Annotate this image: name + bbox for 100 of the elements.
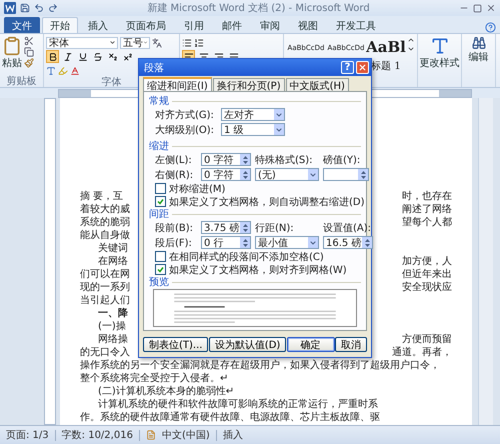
text-line: 当引起人们: [80, 294, 130, 307]
bold-icon: [48, 52, 58, 62]
spin-arrows-icon: [242, 238, 248, 246]
undo-icon[interactable]: [34, 3, 44, 13]
dropdown[interactable]: (无): [255, 168, 319, 181]
proofing-icon[interactable]: [146, 430, 156, 440]
checkbox[interactable]: [155, 264, 166, 275]
text-line: 加方便，人: [402, 255, 452, 268]
dialog-button[interactable]: 设为默认值(D): [208, 336, 286, 352]
text-line: 但近年来出: [402, 268, 452, 281]
text-line: 计算机系统的硬件和软件故障可影响系统的正常运行，严重时系: [97, 398, 378, 411]
status-text: 字数: 10/2,016: [62, 428, 133, 442]
format-button[interactable]: [46, 50, 59, 63]
scroll-up-icon[interactable]: [407, 36, 415, 44]
clipboard-icon: [2, 36, 22, 56]
close-icon[interactable]: [486, 3, 496, 13]
field-label: 行距(N):: [255, 222, 295, 234]
maximize-icon[interactable]: [473, 4, 482, 12]
section-heading: 缩进: [149, 140, 169, 153]
checkbox-label: 对称缩进(M): [169, 182, 226, 196]
text-effects-icon[interactable]: [46, 66, 56, 76]
dialog-tab[interactable]: 中文版式(H): [286, 78, 349, 91]
text-line: 时，也存在: [402, 190, 452, 203]
ribbon-tab[interactable]: 页面布局: [118, 17, 174, 33]
checkbox-label: 在相同样式的段落间不添加空格(C): [169, 250, 324, 264]
binoculars-icon: [472, 36, 486, 50]
dialog-button[interactable]: 制表位(T)...: [143, 336, 208, 352]
ribbon-tab[interactable]: 插入: [80, 17, 116, 33]
dropdown[interactable]: 左对齐: [221, 108, 285, 121]
section-heading: 常规: [149, 94, 169, 108]
text-line: 安全现状应: [402, 281, 452, 294]
ribbon-tab[interactable]: 审阅: [252, 17, 288, 33]
section-heading: 预览: [149, 276, 169, 289]
font-size-field[interactable]: 五号: [120, 36, 150, 48]
checkbox[interactable]: [155, 183, 166, 194]
subscript-icon: [108, 52, 118, 62]
spin-field[interactable]: 0 字符: [201, 168, 251, 181]
text-line: 系统的脆弱: [80, 216, 130, 229]
spin-arrows-icon: [242, 224, 248, 232]
spin-arrows-icon: [364, 238, 370, 246]
spin-field[interactable]: [323, 168, 369, 181]
numbered-list-icon[interactable]: [194, 38, 204, 48]
dialog-tab[interactable]: 换行和分页(P): [212, 78, 285, 91]
close-button[interactable]: [356, 61, 369, 74]
font-name-field[interactable]: 宋体: [46, 36, 118, 48]
copy-icon[interactable]: [24, 47, 34, 57]
change-styles-button[interactable]: 更改样式: [420, 36, 459, 70]
caret-icon: [309, 238, 317, 246]
field-label: 左侧(L):: [155, 154, 193, 166]
file-tab[interactable]: 文件: [4, 17, 40, 33]
underline-icon: [78, 52, 88, 62]
ribbon-tab[interactable]: 开发工具: [328, 17, 384, 33]
field-label: 设置值(A):: [323, 222, 372, 234]
section-heading: 间距: [149, 208, 169, 221]
text-line: 操作系统的另一个安全漏洞就是存在超级用户，如果入侵者得到了超级用户口令，: [80, 359, 440, 372]
text-line: 整个系统将完全受控于入侵者。↵: [80, 372, 228, 385]
style-sample[interactable]: AaBl: [366, 38, 406, 56]
redo-icon[interactable]: [48, 3, 58, 13]
scroll-down-icon[interactable]: [407, 45, 415, 53]
help-icon[interactable]: [485, 22, 496, 33]
style-label: 标题 1: [371, 60, 401, 73]
dropdown[interactable]: 最小值: [255, 236, 319, 249]
font-color-icon[interactable]: [70, 66, 80, 76]
dialog-tab[interactable]: 缩进和间距(I): [143, 77, 212, 91]
paste-button[interactable]: 粘贴: [2, 36, 22, 76]
text-line: (一)操: [97, 320, 126, 333]
superscript-icon: [122, 52, 132, 62]
text-line: (二)计算机系统本身的脆弱性↵: [97, 385, 234, 398]
ribbon-tab[interactable]: 引用: [176, 17, 212, 33]
field-label: 特殊格式(S):: [255, 154, 314, 166]
status-text[interactable]: 插入: [222, 428, 243, 442]
spin-field[interactable]: 0 字符: [201, 153, 251, 166]
ribbon-tab[interactable]: 邮件: [214, 17, 250, 33]
dialog-button[interactable]: 确定: [286, 336, 335, 352]
spin-arrows-icon: [242, 156, 248, 164]
spin-field[interactable]: 3.75 磅: [201, 221, 251, 234]
dialog-button[interactable]: 取消: [335, 336, 367, 352]
help-button[interactable]: ?: [341, 61, 354, 74]
spin-field[interactable]: 0 行: [201, 236, 251, 249]
status-text: 中文(中国): [162, 428, 210, 442]
format-painter-icon[interactable]: [24, 58, 34, 68]
spin-arrows-icon: [360, 170, 366, 178]
ribbon-tab[interactable]: 开始: [42, 17, 78, 33]
save-icon[interactable]: [20, 3, 30, 13]
spin-field[interactable]: 16.5 磅: [323, 236, 373, 249]
text-line: 一、降: [97, 307, 128, 320]
editing-button[interactable]: 编辑: [464, 36, 493, 64]
field-label: 右侧(R):: [155, 168, 194, 182]
text-line: 现的一系列: [80, 281, 130, 294]
text-line: 的无口令入: [80, 346, 130, 359]
checkbox[interactable]: [155, 251, 166, 262]
scrollbar[interactable]: [478, 98, 493, 425]
dropdown[interactable]: 1 级: [221, 123, 285, 136]
caret-icon: [109, 39, 116, 46]
phonetic-guide-icon[interactable]: [152, 38, 162, 48]
cut-icon[interactable]: [24, 36, 34, 46]
bullet-list-icon[interactable]: [182, 38, 192, 48]
ribbon-tab[interactable]: 视图: [290, 17, 326, 33]
text-line: 在网络: [97, 255, 128, 268]
checkbox[interactable]: [155, 196, 166, 207]
